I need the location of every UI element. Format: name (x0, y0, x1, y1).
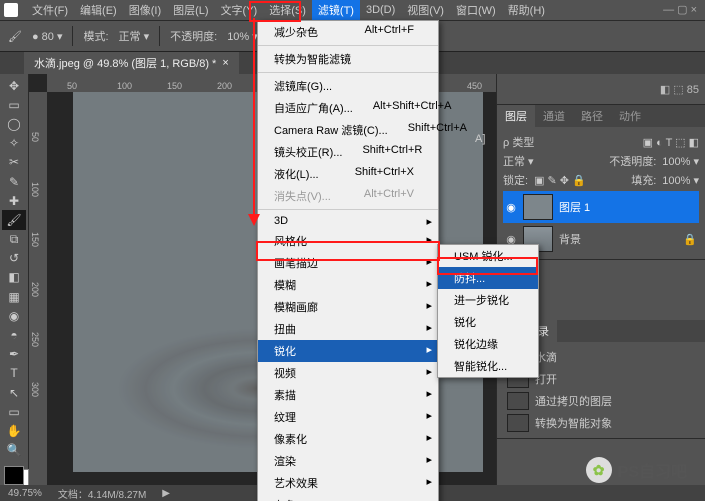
menu-select[interactable]: 选择(S) (263, 0, 312, 20)
menu-item[interactable]: 风格化▸ (258, 230, 438, 252)
menu-item[interactable]: 液化(L)...Shift+Ctrl+X (258, 163, 438, 185)
menu-item[interactable]: 纹理▸ (258, 406, 438, 428)
hand-tool[interactable]: ✋ (2, 421, 26, 440)
layer-name: 背景 (559, 231, 581, 247)
opacity-label: 不透明度: (170, 28, 217, 44)
menu-item[interactable]: 渲染▸ (258, 450, 438, 472)
tab-paths[interactable]: 路径 (573, 105, 611, 127)
a1-icon: A] (475, 133, 485, 145)
path-tool[interactable]: ↖ (2, 383, 26, 402)
app-logo (4, 3, 18, 17)
blend-mode-select[interactable]: 正常 ▾ (119, 28, 150, 44)
menu-item[interactable]: 艺术效果▸ (258, 472, 438, 494)
menu-3d[interactable]: 3D(D) (360, 2, 401, 18)
zoom-tool[interactable]: 🔍 (2, 441, 26, 460)
submenu-item[interactable]: 防抖... (438, 267, 538, 289)
menu-item[interactable]: Camera Raw 滤镜(C)...Shift+Ctrl+A (258, 119, 438, 141)
blur-tool[interactable]: ◉ (2, 306, 26, 325)
sharpen-submenu: USM 锐化...防抖...进一步锐化锐化锐化边缘智能锐化... (437, 244, 539, 378)
history-brush-tool[interactable]: ↺ (2, 249, 26, 268)
collapsed-panels[interactable]: ◧ ⬚ 85 (497, 74, 705, 105)
submenu-item[interactable]: 锐化边缘 (438, 333, 538, 355)
history-step[interactable]: 通过拷贝的图层 (503, 390, 699, 412)
layers-panel: 图层 通道 路径 动作 A] ρ 类型 ▣ ◐ T ⬚ ◧ 正常 ▾ 不透明度:… (497, 105, 705, 260)
type-tool[interactable]: T (2, 364, 26, 383)
menu-window[interactable]: 窗口(W) (450, 0, 502, 20)
menu-item[interactable]: 锐化▸ (258, 340, 438, 362)
eyedropper-tool[interactable]: ✎ (2, 172, 26, 191)
menu-item[interactable]: 自适应广角(A)...Alt+Shift+Ctrl+A (258, 97, 438, 119)
filter-menu: 减少杂色Alt+Ctrl+F 转换为智能滤镜 滤镜库(G)...自适应广角(A)… (257, 20, 439, 501)
menu-view[interactable]: 视图(V) (401, 0, 450, 20)
menu-item[interactable]: 素描▸ (258, 384, 438, 406)
tab-actions[interactable]: 动作 (611, 105, 649, 127)
tools-panel: ✥ ▭ ◯ ✧ ✂ ✎ ✚ 🖌 ⧉ ↺ ◧ ▦ ◉ ◓ ✒ T ↖ ▭ ✋ 🔍 (0, 74, 29, 485)
menu-help[interactable]: 帮助(H) (502, 0, 551, 20)
tab-channels[interactable]: 通道 (535, 105, 573, 127)
menu-item[interactable]: 模糊▸ (258, 274, 438, 296)
pen-tool[interactable]: ✒ (2, 345, 26, 364)
healing-tool[interactable]: ✚ (2, 191, 26, 210)
stamp-tool[interactable]: ⧉ (2, 230, 26, 249)
move-tool[interactable]: ✥ (2, 76, 26, 95)
opacity-field[interactable]: 10% ▾ (227, 30, 258, 43)
wand-tool[interactable]: ✧ (2, 134, 26, 153)
layer-opacity-field[interactable]: 100% ▾ (662, 155, 699, 168)
lock-icons[interactable]: ▣ ✎ ✥ 🔒 (534, 174, 586, 187)
menu-item[interactable]: 像素化▸ (258, 428, 438, 450)
mode-label: 模式: (83, 28, 108, 44)
history-step[interactable]: 转换为智能对象 (503, 412, 699, 434)
dodge-tool[interactable]: ◓ (2, 325, 26, 344)
submenu-item[interactable]: 锐化 (438, 311, 538, 333)
watermark-icon: ✿ (586, 457, 612, 483)
tab-layers[interactable]: 图层 (497, 105, 535, 127)
menu-item[interactable]: 画笔描边▸ (258, 252, 438, 274)
brush-preset[interactable]: ● 80 ▾ (32, 30, 63, 43)
doc-info[interactable]: 文档：4.14M/8.27M (58, 486, 146, 501)
menu-item[interactable]: 减少杂色Alt+Ctrl+F (258, 21, 438, 43)
menubar: 文件(F) 编辑(E) 图像(I) 图层(L) 文字(Y) 选择(S) 滤镜(T… (0, 0, 705, 21)
document-tab[interactable]: 水滴.jpeg @ 49.8% (图层 1, RGB/8) * × (24, 52, 239, 74)
gradient-tool[interactable]: ▦ (2, 287, 26, 306)
menu-item[interactable]: 视频▸ (258, 362, 438, 384)
submenu-item[interactable]: USM 锐化... (438, 245, 538, 267)
layer-thumb[interactable] (523, 194, 553, 220)
eraser-tool[interactable]: ◧ (2, 268, 26, 287)
blend-select[interactable]: 正常 ▾ (503, 153, 534, 169)
menu-item[interactable]: 消失点(V)...Alt+Ctrl+V (258, 185, 438, 207)
menu-item[interactable]: 扭曲▸ (258, 318, 438, 340)
layer-row[interactable]: ◉ 图层 1 (503, 191, 699, 223)
menu-layer[interactable]: 图层(L) (167, 0, 214, 20)
menu-image[interactable]: 图像(I) (123, 0, 167, 20)
fill-field[interactable]: 100% ▾ (662, 174, 699, 187)
lasso-tool[interactable]: ◯ (2, 114, 26, 133)
menu-file[interactable]: 文件(F) (26, 0, 74, 20)
menu-filter[interactable]: 滤镜(T) (312, 0, 360, 20)
menu-type[interactable]: 文字(Y) (215, 0, 264, 20)
menu-item[interactable]: 模糊画廊▸ (258, 296, 438, 318)
close-icon[interactable]: × (222, 57, 228, 69)
eye-icon[interactable]: ◉ (505, 201, 517, 214)
layer-kind[interactable]: ρ 类型 (503, 134, 534, 150)
menu-edit[interactable]: 编辑(E) (74, 0, 123, 20)
zoom-level[interactable]: 49.75% (8, 488, 42, 499)
submenu-item[interactable]: 智能锐化... (438, 355, 538, 377)
window-controls[interactable]: — ▢ × (655, 0, 705, 19)
watermark: ✿ PS自习吧 (586, 457, 687, 483)
color-swatch[interactable] (4, 466, 24, 485)
menu-item[interactable]: 滤镜库(G)... (258, 75, 438, 97)
menu-item[interactable]: 3D▸ (258, 212, 438, 230)
menu-item[interactable]: 杂色▸ (258, 494, 438, 501)
menu-item[interactable]: 镜头校正(R)...Shift+Ctrl+R (258, 141, 438, 163)
ruler-vertical[interactable]: 50 100 150 200 250 300 (29, 92, 47, 485)
layer-name: 图层 1 (559, 199, 590, 215)
brush-icon[interactable]: 🖌 (8, 30, 22, 43)
shape-tool[interactable]: ▭ (2, 402, 26, 421)
submenu-item[interactable]: 进一步锐化 (438, 289, 538, 311)
crop-tool[interactable]: ✂ (2, 153, 26, 172)
menu-item[interactable]: 转换为智能滤镜 (258, 48, 438, 70)
document-tab-title: 水滴.jpeg @ 49.8% (图层 1, RGB/8) * (34, 55, 216, 71)
marquee-tool[interactable]: ▭ (2, 95, 26, 114)
brush-tool[interactable]: 🖌 (2, 210, 26, 229)
